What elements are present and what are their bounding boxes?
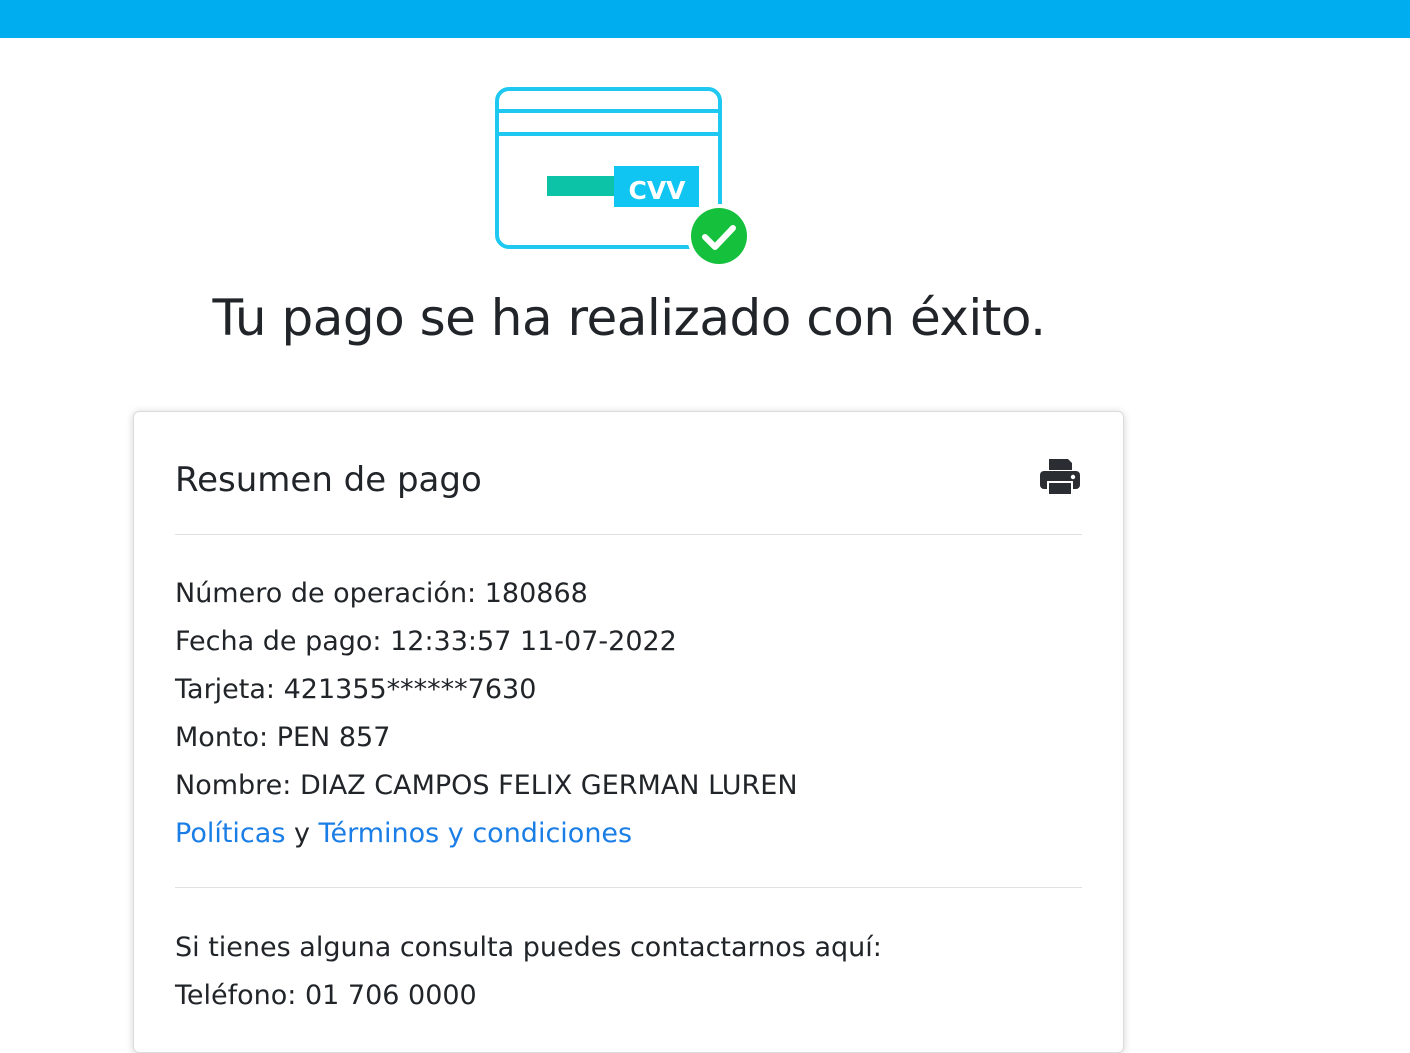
print-button[interactable] xyxy=(1038,457,1082,497)
cvv-label: CVV xyxy=(628,176,686,205)
contact-section: Si tienes alguna consulta puedes contact… xyxy=(175,924,882,1020)
divider-top xyxy=(175,534,1082,535)
card-number: Tarjeta: 421355******7630 xyxy=(175,674,537,705)
credit-card-success-icon: CVV xyxy=(490,82,755,272)
top-bar xyxy=(0,0,1410,38)
terms-link[interactable]: Términos y condiciones xyxy=(319,818,633,849)
links-conjunction: y xyxy=(285,818,319,849)
contact-intro: Si tienes alguna consulta puedes contact… xyxy=(175,932,882,963)
summary-title: Resumen de pago xyxy=(175,460,482,500)
legal-links: Políticas y Términos y condiciones xyxy=(175,810,798,858)
printer-icon xyxy=(1040,459,1080,496)
payment-amount: Monto: PEN 857 xyxy=(175,722,391,753)
policies-link[interactable]: Políticas xyxy=(175,818,285,849)
operation-number: Número de operación: 180868 xyxy=(175,578,588,609)
success-check-icon xyxy=(691,208,747,264)
payment-date: Fecha de pago: 12:33:57 11-07-2022 xyxy=(175,626,677,657)
payment-details: Número de operación: 180868 Fecha de pag… xyxy=(175,570,798,858)
success-title: Tu pago se ha realizado con éxito. xyxy=(212,289,1046,347)
customer-name: Nombre: DIAZ CAMPOS FELIX GERMAN LUREN xyxy=(175,770,798,801)
divider-bottom xyxy=(175,887,1082,888)
contact-phone: Teléfono: 01 706 0000 xyxy=(175,980,477,1011)
payment-summary-card: Resumen de pago Número de operación: 180… xyxy=(133,411,1124,1053)
